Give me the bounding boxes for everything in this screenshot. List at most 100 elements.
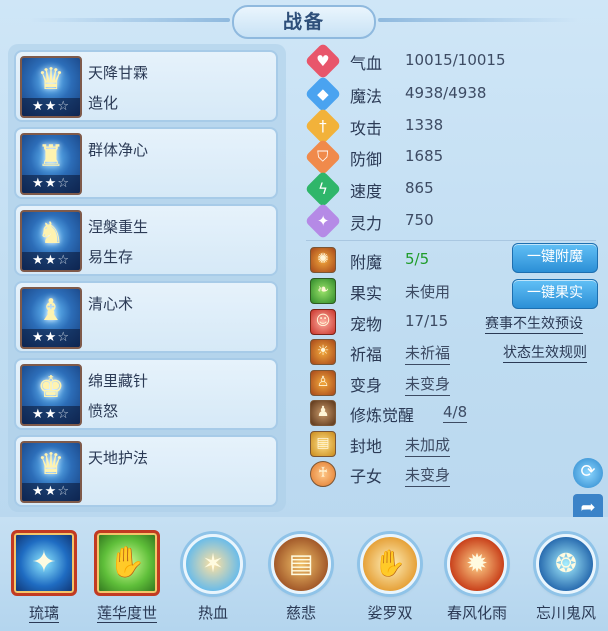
stat-defense: ⛉ 防御 1685 bbox=[304, 138, 588, 176]
helmet-icon: ♝ ★★☆ bbox=[20, 287, 82, 349]
skill-name: 涅槃重生 bbox=[88, 218, 149, 236]
glaze-icon: ✦ bbox=[11, 530, 77, 596]
skill-tag: 愤怒 bbox=[88, 402, 119, 420]
skill-name: 天降甘霖 bbox=[88, 64, 149, 82]
extra-value-link[interactable]: 未加成 bbox=[405, 434, 451, 457]
slot-label: 琉璃 bbox=[28, 604, 59, 623]
skill-stars: ★★☆ bbox=[22, 252, 80, 270]
status-rules-link[interactable]: 状态生效规则 bbox=[503, 344, 587, 363]
stat-attack: † 攻击 1338 bbox=[304, 107, 588, 145]
slot-sal-tree[interactable]: ✋ 娑罗双 bbox=[354, 530, 426, 630]
extra-label: 封地 bbox=[350, 437, 383, 456]
title-ornament-right bbox=[378, 18, 578, 22]
slot-mercy[interactable]: ▤ 慈悲 bbox=[265, 530, 337, 630]
skill-card-5[interactable]: ♚ ★★☆ 绵里藏针 愤怒 bbox=[14, 358, 278, 430]
extra-value-link[interactable]: 未祈福 bbox=[405, 342, 451, 365]
skill-name: 清心术 bbox=[88, 295, 134, 313]
skill-stars: ★★☆ bbox=[22, 98, 80, 116]
stat-label: 气血 bbox=[350, 54, 383, 73]
ghost-wind-icon: ❂ bbox=[536, 534, 596, 594]
stat-label: 速度 bbox=[350, 182, 383, 201]
slot-spring-rain[interactable]: ✹ 春风化雨 bbox=[441, 530, 513, 630]
skill-card-3[interactable]: ♞ ★★☆ 涅槃重生 易生存 bbox=[14, 204, 278, 276]
extra-label: 修炼觉醒 bbox=[350, 406, 415, 425]
stat-value: 750 bbox=[405, 211, 434, 229]
skills-panel: ♛ ★★☆ 天降甘霖 造化 ♜ ★★☆ 群体净心 ♞ ★★☆ 涅槃重生 易生存 … bbox=[8, 44, 286, 512]
slot-glaze[interactable]: ✦ 琉璃 bbox=[8, 530, 80, 630]
stat-spirit: ✦ 灵力 750 bbox=[304, 202, 588, 240]
title-ornament-left bbox=[30, 18, 230, 22]
extra-transform[interactable]: ♙ 变身 未变身 bbox=[308, 368, 588, 398]
transform-icon: ♙ bbox=[310, 370, 336, 396]
slot-label: 娑罗双 bbox=[367, 604, 413, 622]
extra-label: 果实 bbox=[350, 284, 383, 303]
stat-value: 865 bbox=[405, 179, 434, 197]
helmet-gold-blue-icon: ♛ ★★☆ bbox=[20, 441, 82, 503]
skill-card-2[interactable]: ♜ ★★☆ 群体净心 bbox=[14, 127, 278, 199]
hot-blood-icon: ✶ bbox=[183, 534, 243, 594]
crown-icon: ♚ ★★☆ bbox=[20, 364, 82, 426]
cultivation-icon: ♟ bbox=[310, 400, 336, 426]
skill-stars: ★★☆ bbox=[22, 483, 80, 501]
extra-label: 宠物 bbox=[350, 315, 383, 334]
stat-value: 1685 bbox=[405, 147, 444, 165]
extra-child[interactable]: ♰ 子女 未变身 bbox=[308, 459, 588, 489]
stat-hp: ♥ 气血 10015/10015 bbox=[304, 42, 588, 80]
spring-rain-icon: ✹ bbox=[447, 534, 507, 594]
skill-name: 绵里藏针 bbox=[88, 372, 149, 390]
stat-value: 1338 bbox=[405, 116, 444, 134]
extra-cultivation[interactable]: ♟ 修炼觉醒 4/8 bbox=[308, 398, 588, 428]
stat-label: 攻击 bbox=[350, 119, 383, 138]
stat-label: 灵力 bbox=[350, 214, 383, 233]
fief-icon: ▤ bbox=[310, 431, 336, 457]
extra-label: 祈福 bbox=[350, 345, 383, 364]
extra-label: 子女 bbox=[350, 467, 383, 486]
stat-value: 10015/10015 bbox=[405, 51, 506, 69]
lotus-hand-icon: ✋ bbox=[94, 530, 160, 596]
shield-icon: ⛉ bbox=[304, 138, 342, 176]
skill-stars: ★★☆ bbox=[22, 406, 80, 424]
page-title: 战备 bbox=[232, 5, 376, 39]
stat-speed: ϟ 速度 865 bbox=[304, 170, 588, 208]
slot-label: 热血 bbox=[197, 604, 228, 622]
child-icon: ♰ bbox=[310, 461, 336, 487]
stat-label: 防御 bbox=[350, 150, 383, 169]
extra-value: 5/5 bbox=[405, 250, 430, 268]
skill-tag: 造化 bbox=[88, 94, 119, 112]
stat-label: 魔法 bbox=[350, 87, 383, 106]
extra-value-link[interactable]: 4/8 bbox=[443, 403, 468, 423]
mercy-icon: ▤ bbox=[271, 534, 331, 594]
blessing-icon: ☀ bbox=[310, 339, 336, 365]
slot-label: 忘川鬼风 bbox=[535, 604, 596, 622]
stat-value: 4938/4938 bbox=[405, 84, 487, 102]
spirit-icon: ✦ bbox=[304, 202, 342, 240]
skill-card-4[interactable]: ♝ ★★☆ 清心术 bbox=[14, 281, 278, 353]
skill-card-6[interactable]: ♛ ★★☆ 天地护法 bbox=[14, 435, 278, 507]
helmet-blue-icon: ♜ ★★☆ bbox=[20, 133, 82, 195]
enchant-icon: ✺ bbox=[310, 247, 336, 273]
mana-icon: ◆ bbox=[304, 75, 342, 113]
skill-tag: 易生存 bbox=[88, 248, 134, 266]
extra-value: 未使用 bbox=[405, 283, 451, 301]
extra-value-link[interactable]: 未变身 bbox=[405, 464, 451, 487]
slot-ghost-wind[interactable]: ❂ 忘川鬼风 bbox=[530, 530, 602, 630]
refresh-icon[interactable]: ⟳ bbox=[573, 458, 603, 488]
slot-lotus[interactable]: ✋ 莲华度世 bbox=[91, 530, 163, 630]
fruit-icon: ❧ bbox=[310, 278, 336, 304]
helmet-gold-icon: ♛ ★★☆ bbox=[20, 56, 82, 118]
one-click-enchant-button[interactable]: 一键附魔 bbox=[512, 243, 598, 273]
pet-icon: ☺ bbox=[310, 309, 336, 335]
one-click-fruit-button[interactable]: 一键果实 bbox=[512, 279, 598, 309]
event-preset-link[interactable]: 赛事不生效预设 bbox=[485, 315, 583, 334]
slot-label: 莲华度世 bbox=[96, 604, 157, 623]
extra-fief[interactable]: ▤ 封地 未加成 bbox=[308, 429, 588, 459]
skill-card-1[interactable]: ♛ ★★☆ 天降甘霖 造化 bbox=[14, 50, 278, 122]
skill-name: 群体净心 bbox=[88, 141, 149, 159]
slot-label: 慈悲 bbox=[285, 604, 316, 622]
extra-value-link[interactable]: 未变身 bbox=[405, 373, 451, 396]
slot-hot-blood[interactable]: ✶ 热血 bbox=[177, 530, 249, 630]
slot-label: 春风化雨 bbox=[446, 604, 507, 622]
skill-stars: ★★☆ bbox=[22, 175, 80, 193]
extra-value: 17/15 bbox=[405, 312, 449, 330]
armor-icon: ♞ ★★☆ bbox=[20, 210, 82, 272]
